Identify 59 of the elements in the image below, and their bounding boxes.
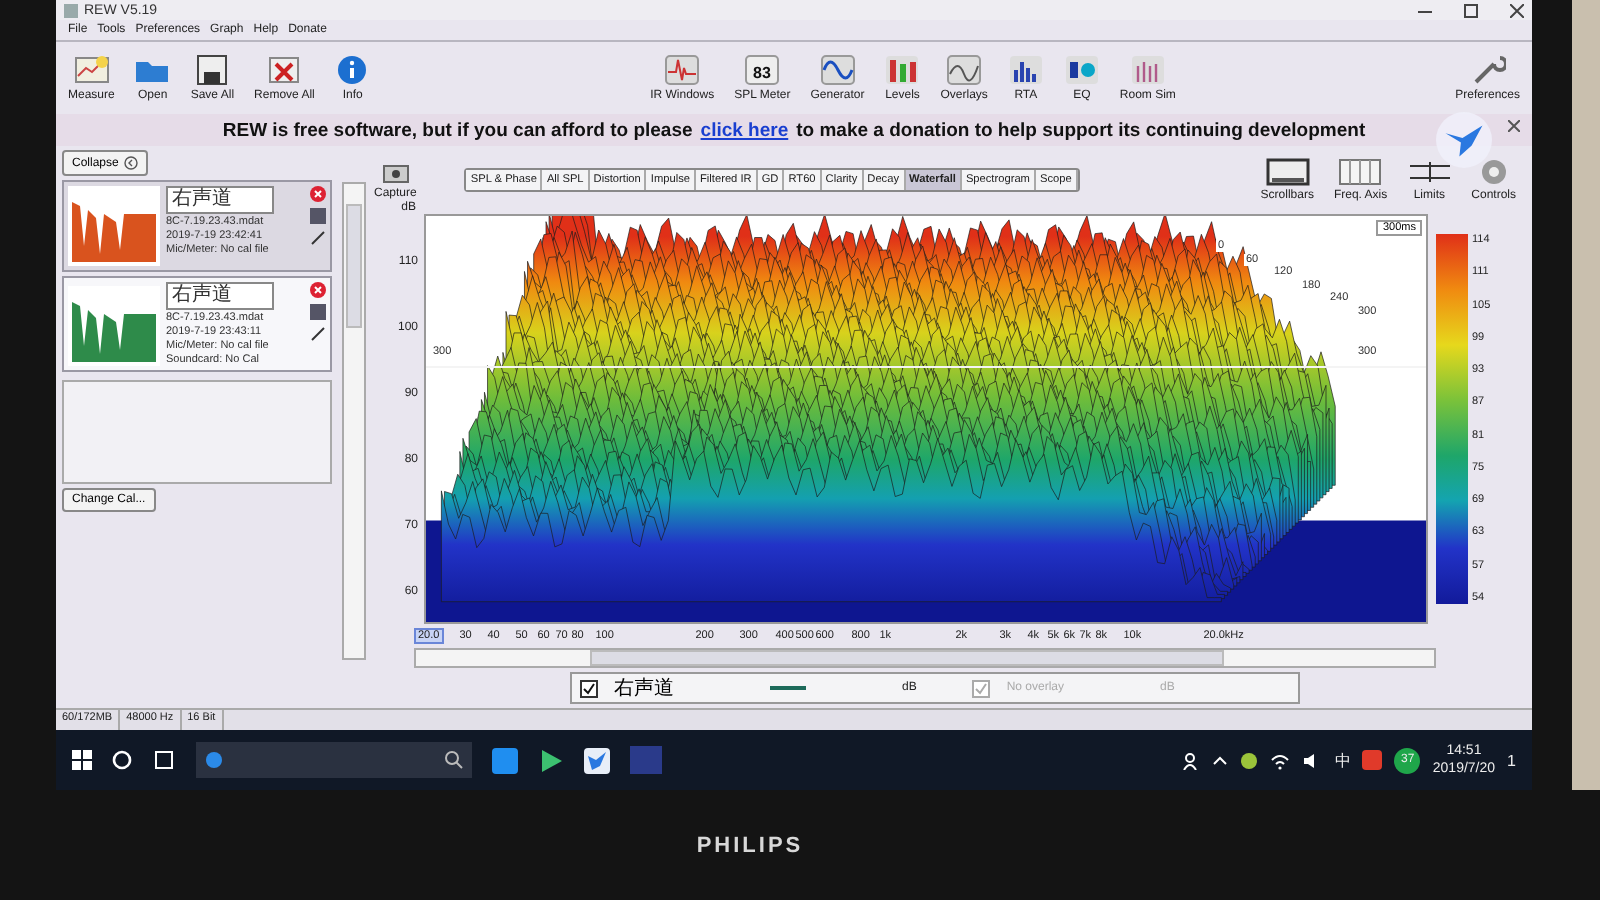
wifi-icon[interactable] [1270,751,1291,769]
bird-icon[interactable] [584,747,610,773]
remove-icon [266,54,303,86]
horizontal-scrollbar[interactable] [414,648,1436,668]
browser-icon [204,750,224,770]
maximize-icon[interactable] [1464,3,1478,17]
donation-text: to make a donation to help support its continuing development [796,119,1366,141]
status-icon[interactable] [1240,751,1259,769]
pencil-icon[interactable] [309,230,325,246]
chevron-up-icon[interactable] [1212,754,1229,766]
vertical-scrollbar[interactable] [342,182,366,660]
pencil-icon[interactable] [309,326,325,342]
name-field[interactable]: 右声道 [166,186,274,214]
response-thumbnail [68,186,160,266]
app-icon[interactable] [492,747,518,773]
chart-icon[interactable] [309,208,325,224]
eq-icon [1063,54,1100,86]
scrollbars-icon [1265,158,1310,186]
sine-wave-icon [819,54,856,86]
trace-name: 右声道 [614,675,674,702]
info-icon [334,54,371,86]
camera-icon [381,161,410,183]
bar-chart-icon [1129,54,1166,86]
search-circle-icon[interactable] [112,750,132,770]
grid-icon [1338,158,1383,186]
name-field[interactable]: 右声道 [166,282,274,310]
monitor-brand: PHILIPS [696,833,804,857]
chart-icon[interactable] [309,304,325,320]
impulse-icon [664,54,701,86]
close-icon[interactable] [1510,3,1524,17]
notification-count[interactable]: 1 [1507,751,1516,769]
response-thumbnail [68,286,160,366]
input-method[interactable]: 中 [1334,749,1351,771]
wrench-icon [1469,54,1506,86]
close-icon[interactable] [1508,120,1520,132]
donation-text: REW is free software, but if you can afford to please [222,119,693,141]
save-icon [194,54,231,86]
app-icon[interactable] [1362,750,1383,770]
measure-icon [73,54,110,86]
search-icon [444,750,464,770]
level-bars-icon [884,54,921,86]
overlay-curves-icon [946,54,983,86]
people-icon[interactable] [1182,751,1201,769]
bird-icon [1444,123,1484,157]
meter-icon: 83 [744,54,781,86]
app-icon [64,3,78,17]
play-store-icon[interactable] [538,747,564,773]
remove-icon[interactable] [309,282,325,298]
limits-icon [1407,158,1452,186]
search-field[interactable] [196,742,472,778]
floating-widget[interactable] [1436,112,1492,168]
windows-start-icon[interactable] [72,750,92,770]
bar-chart-icon [1007,54,1044,86]
chevrons-icon [124,156,139,170]
donation-link[interactable]: click here [700,119,789,141]
task-view-icon[interactable] [152,750,176,770]
checkbox[interactable] [580,679,598,697]
remove-icon[interactable] [309,186,325,202]
gear-icon [1479,158,1508,186]
